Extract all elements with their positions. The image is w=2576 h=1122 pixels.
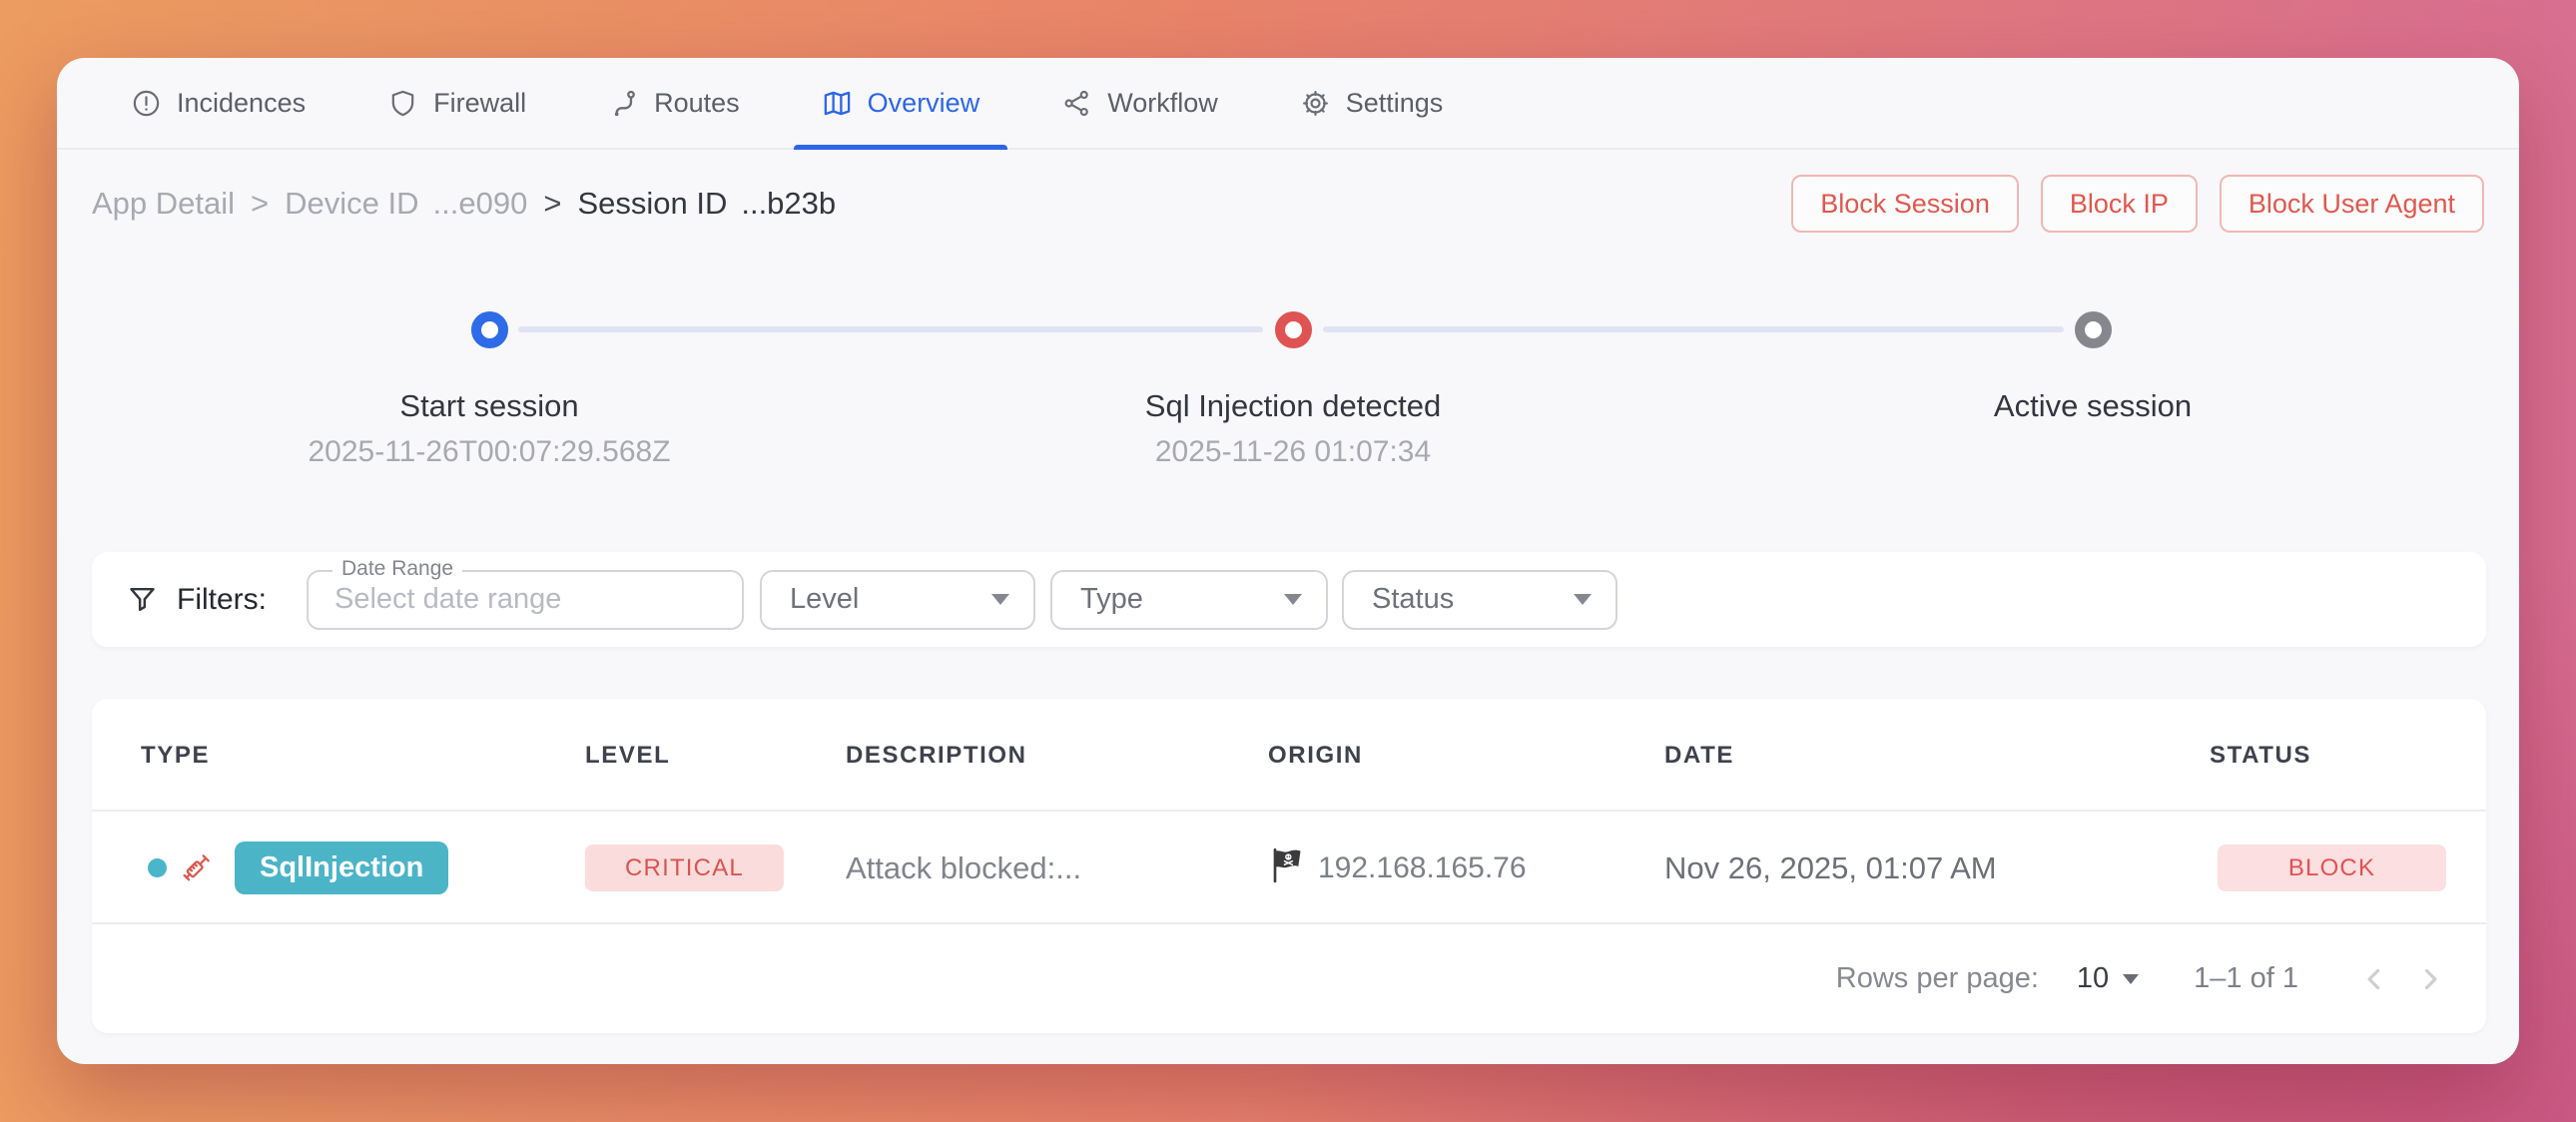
type-chip: SqlInjection: [235, 842, 448, 894]
block-ip-button[interactable]: Block IP: [2041, 175, 2198, 233]
chevron-left-icon: [2357, 962, 2391, 996]
date-range-input[interactable]: [309, 583, 742, 616]
workflow-icon: [1061, 88, 1092, 119]
session-detail-card: Incidences Firewall Routes Overview Work…: [57, 58, 2519, 1064]
pagination-range: 1–1 of 1: [2194, 962, 2298, 995]
breadcrumb-label: App Detail: [92, 186, 235, 222]
description-cell: Attack blocked:...: [846, 812, 1081, 924]
status-select[interactable]: Status: [1342, 570, 1617, 630]
type-cell: [148, 812, 167, 924]
column-header-date: DATE: [1664, 699, 1734, 812]
breadcrumb-value: ...e090: [433, 186, 528, 222]
breadcrumb-row: App Detail > Device ID ...e090 > Session…: [92, 158, 2484, 250]
block-actions: Block Session Block IP Block User Agent: [1791, 175, 2484, 233]
date-range-field-label: Date Range: [332, 557, 462, 581]
tab-settings[interactable]: Settings: [1272, 58, 1472, 148]
chevron-down-icon: [2123, 974, 2139, 984]
route-icon: [608, 88, 639, 119]
syringe-icon: [178, 812, 214, 924]
block-user-agent-button[interactable]: Block User Agent: [2220, 175, 2484, 233]
breadcrumb-label: Device ID: [285, 186, 418, 222]
column-header-origin: ORIGIN: [1268, 699, 1363, 812]
breadcrumb-label: Session ID: [577, 186, 727, 222]
date-text: Nov 26, 2025, 01:07 AM: [1664, 850, 1997, 886]
pirate-flag-icon: [1268, 845, 1308, 890]
column-header-type: TYPE: [141, 699, 210, 812]
rows-per-page-value: 10: [2077, 962, 2109, 995]
filters-label: Filters:: [177, 583, 267, 617]
rows-per-page-label: Rows per page:: [1836, 962, 2039, 995]
origin-ip: 192.168.165.76: [1318, 851, 1527, 885]
table-header: TYPE LEVEL DESCRIPTION ORIGIN DATE STATU…: [92, 699, 2486, 812]
tab-label: Workflow: [1107, 88, 1218, 119]
column-header-status: STATUS: [2210, 699, 2311, 812]
tab-label: Settings: [1346, 88, 1444, 119]
timeline-step: Sql Injection detected 2025-11-26 01:07:…: [944, 297, 1642, 471]
timeline-step-title: Start session: [140, 387, 839, 425]
timeline-step-timestamp: 2025-11-26 01:07:34: [944, 433, 1642, 471]
tab-bar: Incidences Firewall Routes Overview Work…: [57, 58, 2519, 150]
filters-bar: Filters: Date Range Level Type Status: [92, 552, 2486, 647]
tab-label: Routes: [654, 88, 740, 119]
origin-cell: 192.168.165.76: [1268, 812, 1527, 924]
type-select-label: Type: [1080, 583, 1143, 616]
funnel-icon: [126, 583, 159, 616]
breadcrumb-device-id[interactable]: Device ID ...e090: [285, 186, 527, 222]
status-chip: BLOCK: [2218, 844, 2446, 891]
next-page-button[interactable]: [2402, 951, 2458, 1007]
timeline-step-title: Sql Injection detected: [944, 387, 1642, 425]
unread-dot-icon: [148, 858, 167, 877]
tab-label: Overview: [868, 88, 980, 119]
level-select-label: Level: [790, 583, 859, 616]
tab-overview[interactable]: Overview: [794, 58, 1008, 148]
breadcrumb-app-detail[interactable]: App Detail: [92, 186, 235, 222]
map-icon: [822, 88, 853, 119]
timeline-step-timestamp: 2025-11-26T00:07:29.568Z: [140, 433, 839, 471]
timeline-step-title: Active session: [1743, 387, 2442, 425]
timeline-step: Start session 2025-11-26T00:07:29.568Z: [140, 297, 839, 471]
column-header-description: DESCRIPTION: [846, 699, 1027, 812]
column-header-level: LEVEL: [585, 699, 670, 812]
session-timeline: Start session 2025-11-26T00:07:29.568Z S…: [57, 297, 2519, 557]
chevron-right-icon: [2413, 962, 2447, 996]
tab-incidences[interactable]: Incidences: [103, 58, 333, 148]
timeline-step: Active session: [1743, 297, 2442, 433]
events-table: TYPE LEVEL DESCRIPTION ORIGIN DATE STATU…: [92, 699, 2486, 1033]
description-text: Attack blocked:...: [846, 850, 1081, 886]
tab-routes[interactable]: Routes: [580, 58, 768, 148]
breadcrumb-session-id: Session ID ...b23b: [577, 186, 836, 222]
level-cell: CRITICAL: [585, 812, 784, 924]
date-range-field[interactable]: Date Range: [307, 570, 744, 630]
table-row[interactable]: SqlInjection CRITICAL Attack blocked:...…: [92, 812, 2486, 924]
breadcrumb-separator: >: [251, 186, 269, 222]
gear-icon: [1300, 88, 1331, 119]
tab-workflow[interactable]: Workflow: [1033, 58, 1246, 148]
alert-circle-icon: [131, 88, 162, 119]
level-chip: CRITICAL: [585, 844, 784, 891]
tab-label: Firewall: [433, 88, 526, 119]
chevron-down-icon: [1574, 594, 1592, 605]
block-session-button[interactable]: Block Session: [1791, 175, 2019, 233]
active-tab-indicator: [794, 145, 1008, 150]
status-select-label: Status: [1372, 583, 1454, 616]
previous-page-button[interactable]: [2346, 951, 2402, 1007]
table-pagination: Rows per page: 10 1–1 of 1: [92, 924, 2486, 1033]
tab-firewall[interactable]: Firewall: [359, 58, 554, 148]
date-cell: Nov 26, 2025, 01:07 AM: [1664, 812, 1997, 924]
level-select[interactable]: Level: [760, 570, 1035, 630]
chevron-down-icon: [1284, 594, 1302, 605]
type-chip-cell: SqlInjection: [235, 812, 448, 924]
status-cell: BLOCK: [2218, 812, 2446, 924]
type-select[interactable]: Type: [1050, 570, 1328, 630]
rows-per-page-select[interactable]: 10: [2077, 962, 2139, 995]
breadcrumb: App Detail > Device ID ...e090 > Session…: [92, 186, 836, 222]
breadcrumb-value: ...b23b: [741, 186, 836, 222]
breadcrumb-separator: >: [543, 186, 561, 222]
shield-icon: [387, 88, 418, 119]
chevron-down-icon: [991, 594, 1009, 605]
tab-label: Incidences: [177, 88, 306, 119]
